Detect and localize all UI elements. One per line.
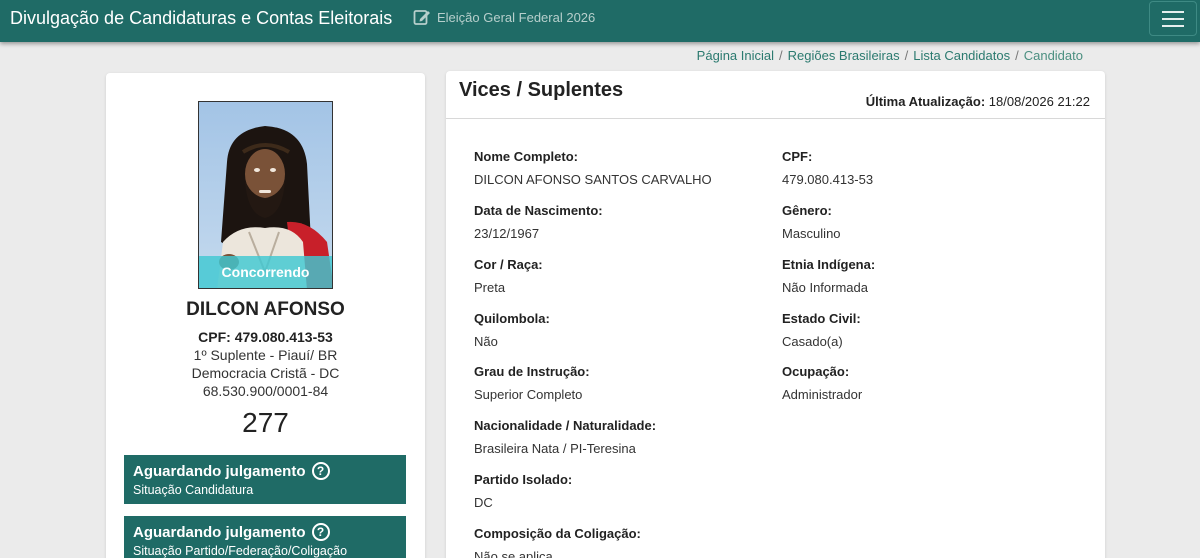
candidate-cpf: CPF: 479.080.413-53 <box>198 329 333 345</box>
candidate-role: 1º Suplente - Piauí/ BR <box>193 347 338 363</box>
candidate-photo: Concorrendo <box>198 101 333 289</box>
field-education: Grau de Instrução: Superior Completo <box>474 364 590 402</box>
status-party-title: Aguardando julgamento <box>133 523 306 541</box>
breadcrumb-home[interactable]: Página Inicial <box>697 48 774 63</box>
last-updated-label: Última Atualização: <box>865 94 986 109</box>
status-candidacy-box: Aguardando julgamento ? Situação Candida… <box>124 455 406 504</box>
question-circle-icon[interactable]: ? <box>311 462 330 480</box>
card-title: Vices / Suplentes <box>459 79 624 101</box>
field-cpf: CPF: 479.080.413-53 <box>782 149 874 187</box>
last-updated-value: 18/08/2026 21:22 <box>988 94 1090 109</box>
question-circle-icon[interactable]: ? <box>311 523 330 541</box>
hamburger-icon <box>1162 10 1184 13</box>
candidate-party: Democracia Cristã - DC <box>191 365 340 381</box>
field-race: Cor / Raça: Preta <box>474 257 543 295</box>
breadcrumb-candidate-list[interactable]: Lista Candidatos <box>913 48 1010 63</box>
status-candidacy-subtitle: Situação Candidatura <box>133 483 254 497</box>
field-nationality: Nacionalidade / Naturalidade: Brasileira… <box>474 418 657 456</box>
candidate-summary-card: Concorrendo DILCON AFONSO CPF: 479.080.4… <box>106 73 425 558</box>
breadcrumb-regions[interactable]: Regiões Brasileiras <box>788 48 900 63</box>
field-gender: Gênero: Masculino <box>782 203 841 241</box>
candidacy-status-overlay: Concorrendo <box>199 256 332 288</box>
top-navbar: Divulgação de Candidaturas e Contas Elei… <box>0 0 1200 42</box>
field-indigenous-ethnicity: Etnia Indígena: Não Informada <box>782 257 876 295</box>
election-label: Eleição Geral Federal 2026 <box>437 9 596 25</box>
status-party-subtitle: Situação Partido/Federação/Coligação <box>133 544 348 558</box>
card-header: Vices / Suplentes Última Atualização: 18… <box>446 71 1105 119</box>
candidate-number: 277 <box>242 407 289 438</box>
edit-icon <box>413 8 431 26</box>
vices-details-card: Vices / Suplentes Última Atualização: 18… <box>446 71 1105 558</box>
field-coalition-composition: Composição da Coligação: Não se aplica <box>474 526 641 558</box>
last-updated: Última Atualização: 18/08/2026 21:22 <box>866 94 1090 109</box>
app-title[interactable]: Divulgação de Candidaturas e Contas Elei… <box>10 8 392 29</box>
field-full-name: Nome Completo: DILCON AFONSO SANTOS CARV… <box>474 149 712 187</box>
menu-toggle-button[interactable] <box>1149 1 1197 36</box>
status-party-box: Aguardando julgamento ? Situação Partido… <box>124 516 406 558</box>
breadcrumb-current: Candidato <box>1023 48 1083 63</box>
field-occupation: Ocupação: Administrador <box>782 364 863 402</box>
election-selector[interactable]: Eleição Geral Federal 2026 <box>413 8 595 26</box>
status-candidacy-title: Aguardando julgamento <box>133 462 306 480</box>
field-marital-status: Estado Civil: Casado(a) <box>782 311 861 349</box>
breadcrumb: Página Inicial / Regiões Brasileiras / Lista… <box>696 48 1083 63</box>
field-quilombola: Quilombola: Não <box>474 311 550 349</box>
candidate-cnpj: 68.530.900/0001-84 <box>202 383 329 399</box>
candidate-name: DILCON AFONSO <box>186 299 345 320</box>
field-isolated-party: Partido Isolado: DC <box>474 472 573 510</box>
field-birth-date: Data de Nascimento: 23/12/1967 <box>474 203 603 241</box>
